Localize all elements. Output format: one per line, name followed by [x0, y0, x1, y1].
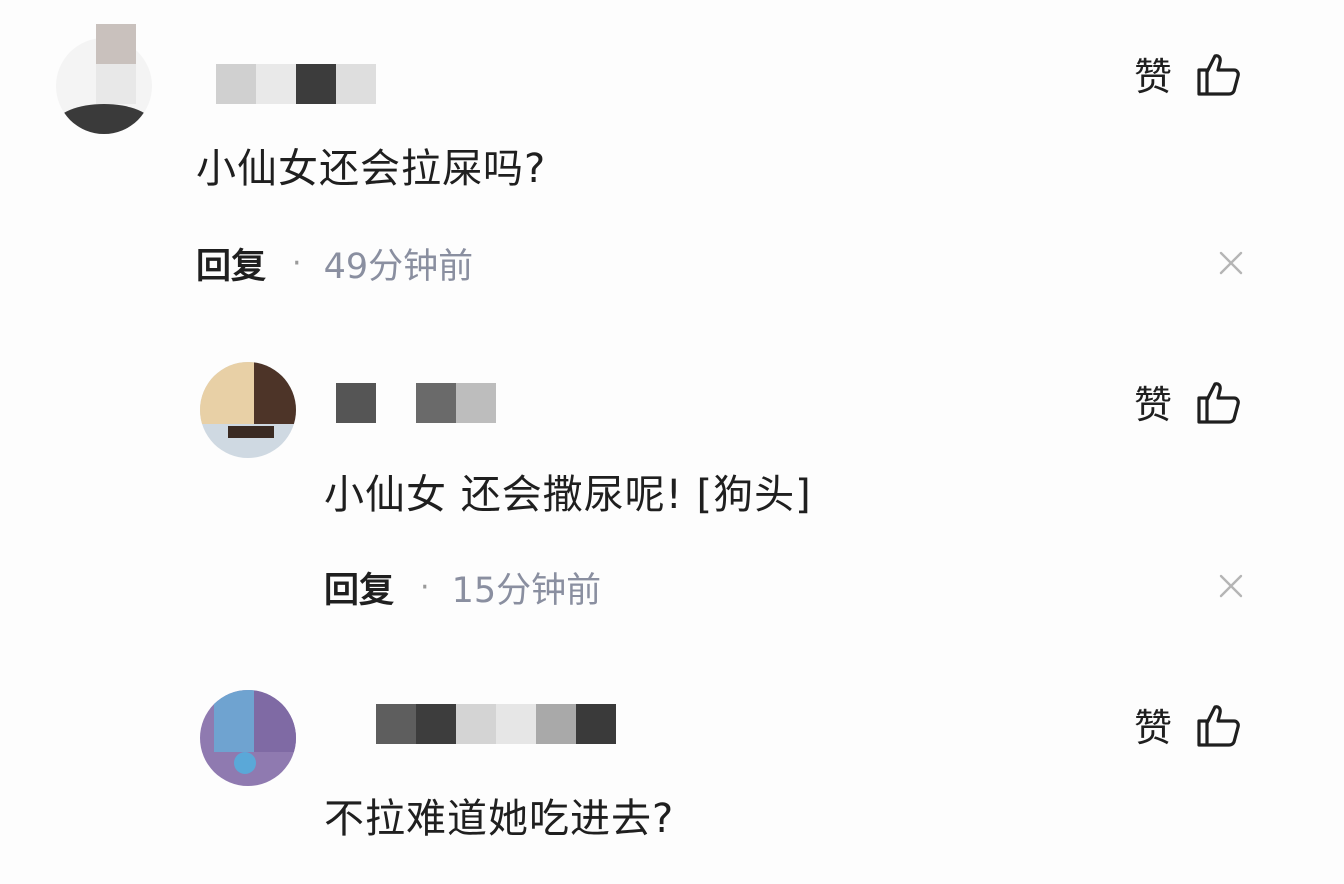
thumbs-up-icon: [1197, 704, 1240, 747]
like-label: 赞: [1134, 706, 1173, 750]
like-button[interactable]: 赞: [1134, 697, 1242, 752]
avatar[interactable]: [200, 690, 296, 786]
comment-text: 不拉难道她吃进去?: [324, 796, 675, 842]
comment-section: 小仙女还会拉屎吗? 回复 · 49分钟前 赞 小仙女 还会撒尿呢! [狗头] 回…: [0, 0, 1344, 884]
comment-item: 不拉难道她吃进去? 赞: [0, 0, 1344, 884]
username-pixelated[interactable]: [376, 704, 616, 744]
